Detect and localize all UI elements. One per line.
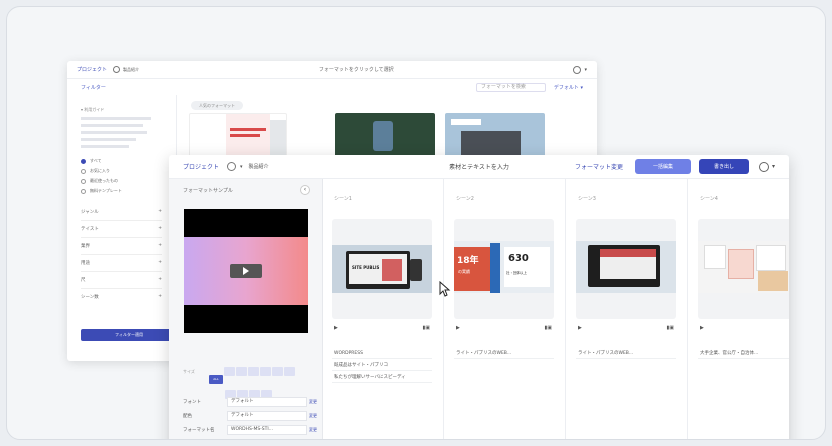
project-sub: 製品紹介: [248, 164, 269, 170]
search-input[interactable]: フォーマットを検索: [475, 82, 546, 92]
format-change-link[interactable]: フォーマット変更: [575, 162, 623, 171]
category-genre[interactable]: ジャンル +: [81, 204, 162, 221]
back-top-bar: プロジェクト 製品紹介 フォーマットをクリックして選択 ▾: [67, 61, 597, 79]
text-line[interactable]: WORDPRESS: [332, 349, 432, 359]
radio-free[interactable]: 無料テンプレート: [81, 188, 162, 194]
ratio-chip[interactable]: [236, 367, 247, 376]
format-name-field: フォーマット名 WORDHS-MS-STI... 変更: [183, 425, 317, 435]
text-line[interactable]: 既成品はサイト・パブリコ: [332, 361, 432, 371]
chevron-down-icon[interactable]: ▾: [584, 67, 587, 73]
editor-window: 素材とテキストを入力 プロジェクト ▾ 製品紹介 フォーマット変更 一括編集 書…: [169, 155, 789, 439]
scene-column: シーン2 18年 の実績 630 社・団体以上 ▶ ▮▣ ライト・パブリスのWEB…: [446, 179, 566, 439]
category-industry[interactable]: 業界 +: [81, 238, 162, 255]
scene-label: シーン4: [700, 196, 718, 202]
stat-number: 18年: [457, 256, 479, 266]
sort-select[interactable]: デフォルト ▾: [554, 84, 583, 91]
format-sample-panel: フォーマットサンプル ‹ サイズ ALL フォント デフォルト 変更 配色 デフ…: [169, 179, 323, 439]
mockup-text: SITE PUBLIS: [352, 265, 380, 270]
scene-card[interactable]: [698, 219, 789, 319]
ratio-chip[interactable]: [248, 367, 259, 376]
ratio-chip[interactable]: [260, 367, 271, 376]
help-icon[interactable]: [758, 161, 769, 172]
radio-recent[interactable]: 最近使ったもの: [81, 178, 162, 184]
text-line[interactable]: 私たちが理解いサーバにスピーディ: [332, 373, 432, 383]
ratio-chip[interactable]: ALL: [209, 375, 223, 384]
filter-button[interactable]: フィルター: [81, 84, 106, 91]
ratio-label: サイズ: [183, 369, 195, 374]
scene-card[interactable]: [576, 219, 676, 319]
info-icon[interactable]: [227, 162, 237, 171]
popular-tag: 人気のフォーマット: [191, 101, 243, 110]
panel-header: フォーマットサンプル ‹: [169, 179, 322, 201]
radio-favorites[interactable]: お気に入り: [81, 168, 162, 174]
scene-column: シーン1 SITE PUBLIS ▶ ▮▣ WORDPRESS 既成品はサイト・パ…: [324, 179, 444, 439]
scene-label: シーン3: [578, 196, 596, 202]
text-line[interactable]: ライト・パブリスのWEB...: [454, 349, 554, 359]
sample-label: フォーマットサンプル: [183, 187, 233, 194]
scene-card[interactable]: 18年 の実績 630 社・団体以上: [454, 219, 554, 319]
filter-bar: フィルター フォーマットを検索 デフォルト ▾: [67, 79, 597, 95]
play-icon[interactable]: ▶: [456, 325, 460, 331]
stat-caption: の実績: [458, 269, 470, 274]
play-icon[interactable]: ▶: [578, 325, 582, 331]
ratio-chip[interactable]: [284, 367, 295, 376]
apply-filter-button[interactable]: フィルター適用: [81, 329, 177, 341]
category-scenes[interactable]: シーン数 +: [81, 289, 162, 305]
text-line[interactable]: ライト・パブリスのWEB...: [576, 349, 676, 359]
category-length[interactable]: 尺 +: [81, 272, 162, 289]
ratio-chip[interactable]: [224, 367, 235, 376]
project-label[interactable]: プロジェクト: [183, 162, 219, 171]
radio-all[interactable]: すべて: [81, 158, 162, 164]
scene-label: シーン1: [334, 196, 352, 202]
export-button[interactable]: 書き出し: [698, 159, 749, 174]
chevron-down-icon[interactable]: ▾: [772, 163, 775, 170]
edit-icon[interactable]: ▮▣: [667, 325, 674, 331]
filter-sidebar: ▾ 利用ガイド すべて お気に入り 最近使ったもの 無料テンプレート ジャンル +…: [67, 95, 177, 361]
info-icon[interactable]: [113, 66, 121, 73]
ratio-chip[interactable]: [272, 367, 283, 376]
editor-top-bar: 素材とテキストを入力 プロジェクト ▾ 製品紹介 フォーマット変更 一括編集 書…: [169, 155, 789, 179]
scene-column: シーン3 ▶ ▮▣ ライト・パブリスのWEB...: [568, 179, 688, 439]
scene-column: シーン4 ▶ 大手企業、官公庁・自治体...: [690, 179, 789, 439]
chevron-down-icon[interactable]: ▾: [240, 164, 243, 170]
color-field: 配色 デフォルト 変更: [183, 411, 317, 421]
video-preview[interactable]: [184, 209, 308, 333]
scene-label: シーン2: [456, 196, 474, 202]
app-frame: プロジェクト 製品紹介 フォーマットをクリックして選択 ▾ フィルター フォーマ…: [6, 6, 826, 440]
back-title: フォーマットをクリックして選択: [318, 67, 394, 73]
help-icon[interactable]: [573, 65, 582, 74]
category-usage[interactable]: 用途 +: [81, 255, 162, 272]
play-icon[interactable]: ▶: [700, 325, 704, 331]
project-label[interactable]: プロジェクト: [77, 66, 107, 73]
scene-card[interactable]: SITE PUBLIS: [332, 219, 432, 319]
play-icon[interactable]: ▶: [334, 325, 338, 331]
collapse-icon[interactable]: ‹: [300, 185, 310, 195]
stat-number: 630: [508, 253, 529, 264]
edit-icon[interactable]: ▮▣: [423, 325, 430, 331]
text-line[interactable]: 大手企業、官公庁・自治体...: [698, 349, 789, 359]
mouse-cursor-icon: [439, 281, 451, 297]
font-field: フォント デフォルト 変更: [183, 397, 317, 407]
category-taste[interactable]: テイスト +: [81, 221, 162, 238]
edit-icon[interactable]: ▮▣: [545, 325, 552, 331]
project-sub: 製品紹介: [123, 66, 140, 72]
stat-caption: 社・団体以上: [506, 271, 527, 275]
guide-section[interactable]: ▾ 利用ガイド: [81, 107, 162, 113]
bulk-edit-button[interactable]: 一括編集: [634, 159, 691, 174]
play-icon[interactable]: [230, 264, 262, 278]
